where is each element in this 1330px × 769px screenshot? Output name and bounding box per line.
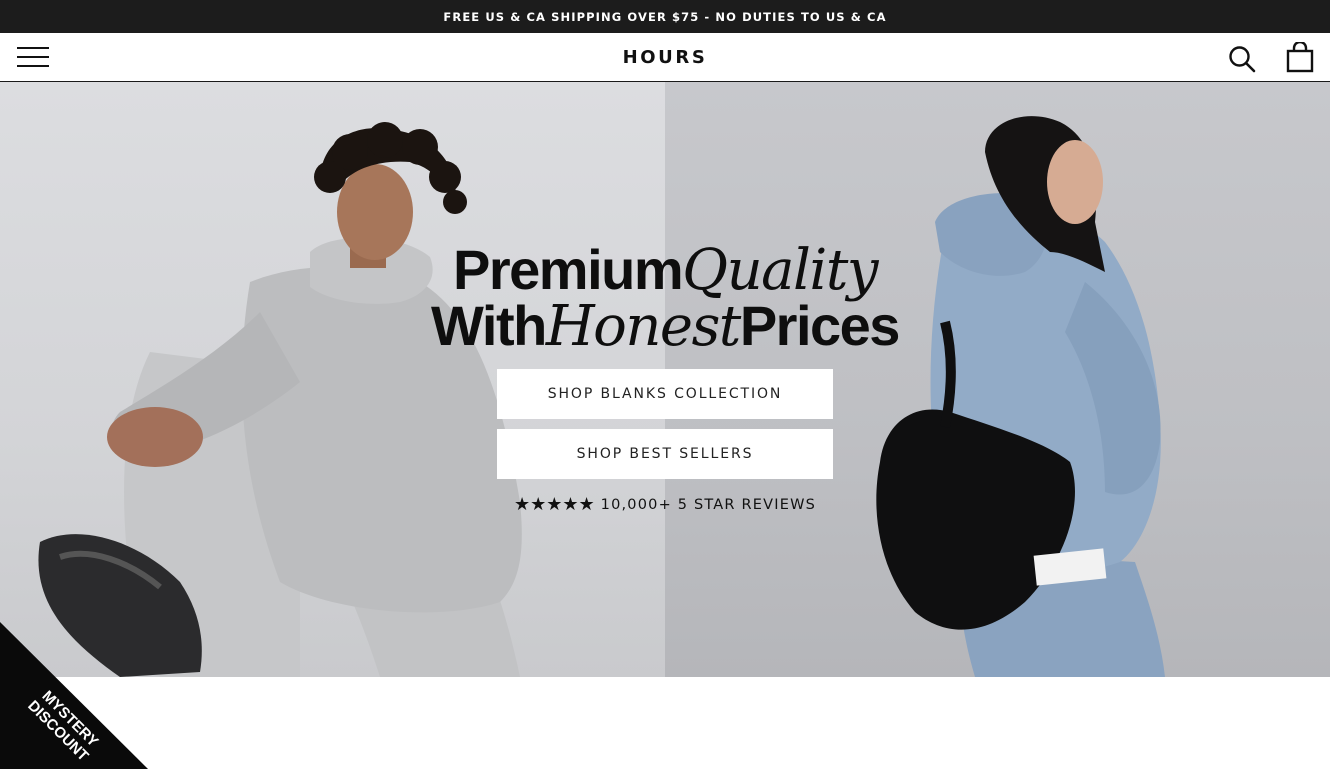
headline-with: With [431,294,547,357]
hero-headline-line1: PremiumQuality [0,242,1330,299]
shopping-bag-icon[interactable] [1286,40,1314,73]
site-header: HOURS [0,33,1330,82]
headline-honest: Honest [545,294,742,359]
reviews-summary[interactable]: ★★★★★ 10,000+ 5 STAR REVIEWS [0,494,1330,515]
search-icon[interactable] [1228,45,1256,73]
site-logo[interactable]: HOURS [0,47,1330,68]
headline-prices: Prices [739,294,901,357]
reviews-text: 10,000+ 5 STAR REVIEWS [600,496,817,513]
announcement-bar: FREE US & CA SHIPPING OVER $75 - NO DUTI… [0,0,1330,33]
star-rating-icon: ★★★★★ [513,494,595,515]
headline-premium: Premium [453,238,684,301]
mystery-discount-badge[interactable]: MYSTERY DISCOUNT [0,600,170,769]
hero-banner: PremiumQuality WithHonestPrices SHOP BLA… [0,82,1330,677]
hero-headline-line2: WithHonestPrices [0,298,1330,355]
shop-best-sellers-button[interactable]: SHOP BEST SELLERS [497,429,833,479]
shop-blanks-collection-button[interactable]: SHOP BLANKS COLLECTION [497,369,833,419]
announcement-text: FREE US & CA SHIPPING OVER $75 - NO DUTI… [443,9,887,24]
